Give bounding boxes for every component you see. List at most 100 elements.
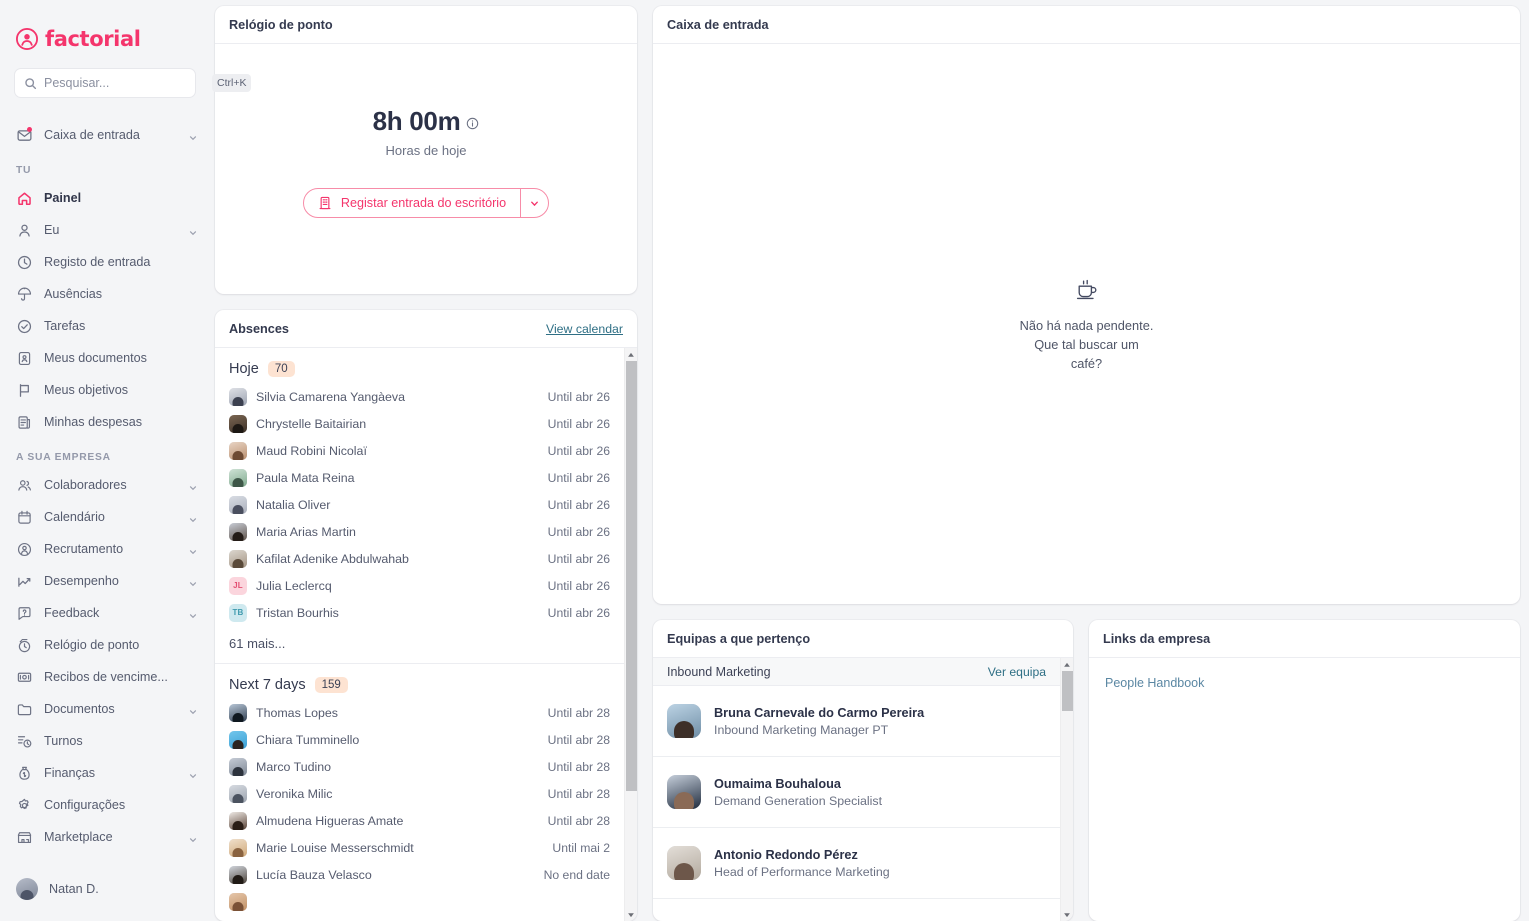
avatar: [229, 892, 247, 911]
info-icon[interactable]: [466, 117, 479, 130]
chevron-down-icon[interactable]: [188, 576, 198, 587]
search-box[interactable]: Ctrl+K: [14, 68, 252, 98]
absences-title: Absences: [229, 321, 289, 336]
avatar: [229, 387, 247, 406]
member-role: Head of Performance Marketing: [714, 864, 890, 879]
company-link-people-handbook[interactable]: People Handbook: [1105, 676, 1504, 690]
scroll-down-arrow-icon[interactable]: [1061, 908, 1074, 921]
sidebar-item-minhas-despesas[interactable]: Minhas despesas: [0, 406, 210, 438]
sidebar-user[interactable]: Natan D.: [0, 869, 210, 909]
trending-up-icon: [16, 573, 33, 590]
chevron-down-icon[interactable]: [188, 480, 198, 491]
time-clock-card: Relógio de ponto 8h 00m Horas de hoje Re…: [215, 6, 637, 294]
table-row[interactable]: Almudena Higueras Amate Until abr 28: [215, 807, 624, 834]
card-header: Caixa de entrada: [653, 6, 1520, 44]
table-row[interactable]: [215, 888, 624, 915]
table-row[interactable]: Maud Robini Nicolaï Until abr 26: [215, 437, 624, 464]
list-item[interactable]: Antonio Redondo Pérez Head of Performanc…: [653, 828, 1060, 899]
sidebar-item-relogio-de-ponto[interactable]: Relógio de ponto: [0, 629, 210, 661]
sidebar-item-meus-objetivos[interactable]: Meus objetivos: [0, 374, 210, 406]
inbox-title: Caixa de entrada: [667, 17, 769, 32]
people-icon: [16, 477, 33, 494]
brand-logo[interactable]: factorial: [0, 0, 210, 56]
table-row[interactable]: Paula Mata Reina Until abr 26: [215, 464, 624, 491]
sidebar-item-marketplace[interactable]: Marketplace: [0, 821, 210, 853]
scrollbar-track[interactable]: [1061, 671, 1074, 908]
clock-hours-value: 8h 00m: [372, 106, 461, 136]
view-team-link[interactable]: Ver equipa: [988, 665, 1046, 679]
clock-in-button[interactable]: Registar entrada do escritório: [304, 189, 520, 217]
list-item[interactable]: Bruna Carnevale do Carmo Pereira Inbound…: [653, 686, 1060, 757]
sidebar-nav: Caixa de entrada TU Painel Eu Registo de…: [0, 110, 210, 869]
sidebar-item-label: Ausências: [44, 287, 103, 301]
sidebar-item-desempenho[interactable]: Desempenho: [0, 565, 210, 597]
inbox-empty-line-3: café?: [1070, 355, 1103, 371]
sidebar-item-label: Recibos de vencime...: [44, 670, 168, 684]
absences-show-more[interactable]: 61 mais...: [215, 626, 624, 663]
chevron-down-icon[interactable]: [188, 225, 198, 236]
scroll-down-arrow-icon[interactable]: [625, 908, 638, 921]
table-row[interactable]: Chiara Tumminello Until abr 28: [215, 726, 624, 753]
sidebar-item-turnos[interactable]: Turnos: [0, 725, 210, 757]
chevron-down-icon[interactable]: [188, 704, 198, 715]
sidebar-item-inbox[interactable]: Caixa de entrada: [0, 119, 210, 151]
sidebar-user-name: Natan D.: [49, 882, 99, 896]
coffee-cup-icon: [1074, 276, 1100, 302]
table-row[interactable]: Lucía Bauza Velasco No end date: [215, 861, 624, 888]
avatar: [229, 757, 247, 776]
table-row[interactable]: TB Tristan Bourhis Until abr 26: [215, 599, 624, 626]
sidebar-item-meus-documentos[interactable]: Meus documentos: [0, 342, 210, 374]
scrollbar-track[interactable]: [625, 361, 638, 908]
table-row[interactable]: Chrystelle Baitairian Until abr 26: [215, 410, 624, 437]
absence-until: Until abr 28: [547, 705, 610, 720]
table-row[interactable]: Marie Louise Messerschmidt Until mai 2: [215, 834, 624, 861]
chevron-down-icon[interactable]: [188, 832, 198, 843]
sidebar-item-financas[interactable]: Finanças: [0, 757, 210, 789]
sidebar-item-calendario[interactable]: Calendário: [0, 501, 210, 533]
search-input[interactable]: [44, 76, 205, 90]
sidebar-item-colaboradores[interactable]: Colaboradores: [0, 469, 210, 501]
sidebar-item-painel[interactable]: Painel: [0, 182, 210, 214]
absence-until: Until abr 26: [547, 524, 610, 539]
list-item[interactable]: Oumaima Bouhaloua Demand Generation Spec…: [653, 757, 1060, 828]
table-row[interactable]: Natalia Oliver Until abr 26: [215, 491, 624, 518]
scroll-up-arrow-icon[interactable]: [625, 348, 638, 361]
store-icon: [16, 829, 33, 846]
view-calendar-link[interactable]: View calendar: [546, 322, 623, 336]
chevron-down-icon[interactable]: [188, 130, 198, 141]
absence-until: Until mai 2: [552, 840, 610, 855]
table-row[interactable]: Veronika Milic Until abr 28: [215, 780, 624, 807]
sidebar-item-configuracoes[interactable]: Configurações: [0, 789, 210, 821]
chevron-down-icon[interactable]: [188, 512, 198, 523]
sidebar-item-feedback[interactable]: Feedback: [0, 597, 210, 629]
absences-card: Absences View calendar Hoje 70 Silvia Ca…: [215, 310, 637, 921]
scroll-up-arrow-icon[interactable]: [1061, 658, 1074, 671]
sidebar-item-registo-de-entrada[interactable]: Registo de entrada: [0, 246, 210, 278]
clock-in-dropdown-button[interactable]: [520, 189, 548, 217]
absences-group-name: Hoje: [229, 361, 259, 377]
table-row[interactable]: Maria Arias Martin Until abr 26: [215, 518, 624, 545]
page-title: Relógio de ponto: [229, 17, 333, 32]
table-row[interactable]: Kafilat Adenike Abdulwahab Until abr 26: [215, 545, 624, 572]
scrollbar[interactable]: [624, 348, 637, 921]
table-row[interactable]: Marco Tudino Until abr 28: [215, 753, 624, 780]
sidebar-item-documentos[interactable]: Documentos: [0, 693, 210, 725]
chevron-down-icon[interactable]: [188, 544, 198, 555]
chevron-down-icon[interactable]: [188, 608, 198, 619]
table-row[interactable]: Silvia Camarena Yangàeva Until abr 26: [215, 383, 624, 410]
avatar: [229, 784, 247, 803]
table-row[interactable]: JL Julia Leclercq Until abr 26: [215, 572, 624, 599]
sidebar-item-ausencias[interactable]: Ausências: [0, 278, 210, 310]
table-row[interactable]: Thomas Lopes Until abr 28: [215, 699, 624, 726]
avatar: [229, 414, 247, 433]
chevron-down-icon[interactable]: [188, 768, 198, 779]
sidebar-item-recibos-de-vencimento[interactable]: Recibos de vencime...: [0, 661, 210, 693]
sidebar-item-label: Registo de entrada: [44, 255, 151, 269]
scrollbar[interactable]: [1060, 658, 1073, 921]
scrollbar-thumb[interactable]: [625, 361, 637, 791]
sidebar-item-recrutamento[interactable]: Recrutamento: [0, 533, 210, 565]
absences-body: Hoje 70 Silvia Camarena Yangàeva Until a…: [215, 348, 637, 921]
scrollbar-thumb[interactable]: [1061, 671, 1073, 711]
sidebar-item-tarefas[interactable]: Tarefas: [0, 310, 210, 342]
sidebar-item-eu[interactable]: Eu: [0, 214, 210, 246]
